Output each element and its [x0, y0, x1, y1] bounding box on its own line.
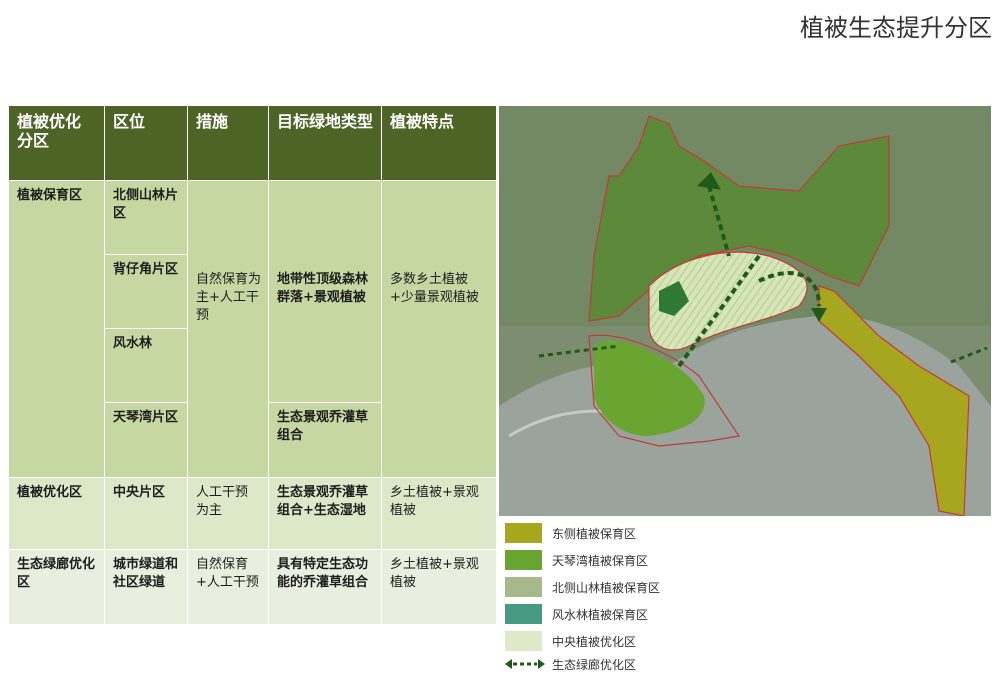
legend-swatch-fengshui [505, 604, 542, 624]
green-type-protection-a: 地带性顶级森林群落+景观植被 [269, 181, 381, 402]
legend-label-east: 东侧植被保育区 [552, 527, 637, 541]
legend-label-central: 中央植被优化区 [552, 635, 637, 649]
legend-swatch-east [505, 523, 542, 543]
legend-label-tianqinwan: 天琴湾植被保育区 [552, 554, 649, 568]
location-tianqinwan: 天琴湾片区 [105, 403, 187, 477]
header-measure: 措施 [188, 106, 268, 180]
measure-corridor: 自然保育+人工干预 [188, 550, 268, 624]
legend-swatch-north-forest [505, 577, 542, 597]
location-beizaijiao: 背仔角片区 [105, 255, 187, 328]
header-location: 区位 [105, 106, 187, 180]
dashed-double-arrow-icon [505, 659, 545, 669]
location-north-forest: 北侧山林片区 [105, 181, 187, 254]
measure-protection-text: 自然保育为主+人工干预 [196, 272, 262, 323]
green-type-corridor: 具有特定生态功能的乔灌草组合 [269, 550, 381, 624]
header-zone: 植被优化分区 [9, 106, 104, 180]
zone-corridor: 生态绿廊优化区 [9, 550, 104, 624]
header-green-type: 目标绿地类型 [269, 106, 381, 180]
measure-optimize: 人工干预为主 [188, 478, 268, 549]
legend-swatch-tianqinwan [505, 550, 542, 570]
legend-label-north-forest: 北侧山林植被保育区 [552, 581, 661, 595]
green-type-optimize: 生态景观乔灌草组合+生态湿地 [269, 478, 381, 549]
legend-swatch-central [505, 631, 542, 651]
feature-protection: 多数乡土植被+少量景观植被 [382, 181, 496, 477]
measure-protection: 自然保育为主+人工干预 [188, 181, 268, 477]
feature-protection-text: 多数乡土植被+少量景观植被 [390, 272, 479, 305]
location-greenways: 城市绿道和社区绿道 [105, 550, 187, 624]
legend-label-corridor: 生态绿廊优化区 [552, 658, 637, 672]
feature-corridor: 乡土植被+景观植被 [382, 550, 496, 624]
zone-protection: 植被保育区 [9, 181, 104, 477]
page-title: 植被生态提升分区 [800, 14, 992, 42]
location-central: 中央片区 [105, 478, 187, 549]
green-type-protection-a-text: 地带性顶级森林群落+景观植被 [277, 272, 369, 305]
header-feature: 植被特点 [382, 106, 496, 180]
feature-optimize: 乡土植被+景观植被 [382, 478, 496, 549]
legend-label-fengshui: 风水林植被保育区 [552, 608, 649, 622]
zone-optimize: 植被优化区 [9, 478, 104, 549]
green-type-protection-b: 生态景观乔灌草组合 [269, 403, 381, 477]
location-fengshui-forest: 风水林 [105, 329, 187, 402]
vegetation-zoning-map [499, 106, 991, 516]
